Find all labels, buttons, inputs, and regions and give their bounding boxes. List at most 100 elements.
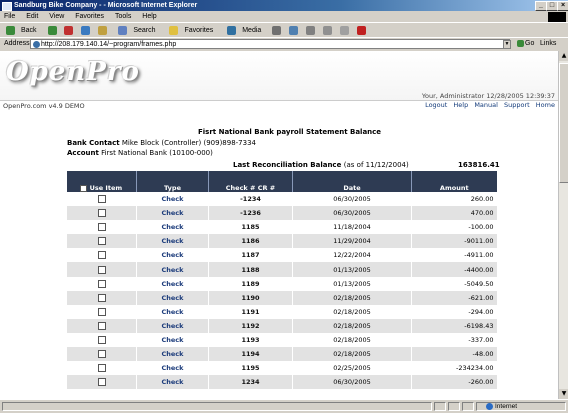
use-item-checkbox[interactable]: [97, 321, 106, 330]
type-cell[interactable]: Check: [136, 375, 209, 390]
forward-arrow-icon[interactable]: [47, 25, 57, 35]
status-seg-1: [434, 402, 446, 411]
statement-title: Fisrt National Bank payroll Statement Ba…: [198, 128, 382, 136]
nav-home[interactable]: Home: [536, 101, 555, 109]
use-item-checkbox[interactable]: [97, 279, 106, 288]
amount-cell: -4400.00: [411, 262, 497, 277]
use-item-checkbox[interactable]: [97, 223, 106, 232]
table-row: Check 1190 02/18/2005 -621.00: [66, 290, 497, 305]
date-cell: 01/13/2005: [292, 276, 412, 291]
nav-help[interactable]: Help: [453, 101, 468, 109]
type-cell[interactable]: Check: [136, 276, 209, 291]
scroll-up-icon[interactable]: ▲: [559, 51, 568, 61]
amount-cell: -5049.50: [411, 276, 497, 291]
type-cell[interactable]: Check: [136, 262, 209, 277]
check-number-cell: 1190: [208, 290, 293, 305]
page-favicon-icon: [33, 41, 40, 48]
account-label: Account: [67, 149, 99, 157]
use-item-checkbox[interactable]: [97, 195, 106, 204]
menu-favorites[interactable]: Favorites: [75, 13, 104, 20]
favorites-star-icon: [169, 25, 179, 35]
use-item-checkbox[interactable]: [97, 307, 106, 316]
print-icon[interactable]: [306, 25, 316, 35]
search-icon: [118, 25, 128, 35]
search-button[interactable]: Search: [115, 25, 158, 35]
table-body: Check -1234 06/30/2005 260.00 Check -1236 06/3…: [66, 192, 497, 390]
window-title: Sandburg Bike Company - - Microsoft Inte…: [14, 2, 198, 9]
use-item-checkbox[interactable]: [97, 293, 106, 302]
select-all-checkbox[interactable]: [80, 184, 88, 192]
check-number-cell: 1195: [208, 361, 293, 376]
type-cell[interactable]: Check: [136, 347, 209, 362]
use-item-checkbox[interactable]: [97, 251, 106, 260]
nav-support[interactable]: Support: [504, 101, 530, 109]
type-cell[interactable]: Check: [136, 304, 209, 319]
check-number-cell: 1194: [208, 347, 293, 362]
status-zone: Internet: [486, 402, 517, 411]
menu-edit[interactable]: Edit: [26, 13, 38, 20]
date-cell: 06/30/2005: [292, 375, 412, 390]
refresh-icon[interactable]: [81, 25, 91, 35]
type-cell[interactable]: Check: [136, 332, 209, 348]
table-row: Check 1193 02/18/2005 -337.00: [66, 332, 497, 348]
menu-file[interactable]: File: [4, 13, 15, 20]
type-cell[interactable]: Check: [136, 192, 209, 207]
amount-cell: -48.00: [411, 347, 497, 362]
table-row: Check 1195 02/25/2005 -234234.00: [66, 361, 497, 376]
menu-tools[interactable]: Tools: [115, 13, 131, 20]
use-item-checkbox[interactable]: [97, 378, 106, 387]
last-reconciliation-label: Last Reconciliation Balance (as of 11/12…: [233, 161, 409, 169]
table-row: Check 1188 01/13/2005 -4400.00: [66, 262, 497, 277]
use-item-checkbox[interactable]: [97, 209, 106, 218]
menu-help[interactable]: Help: [142, 13, 156, 20]
address-dropdown-icon[interactable]: ▼: [503, 40, 511, 49]
check-number-cell: 1189: [208, 276, 293, 291]
history-icon[interactable]: [272, 25, 282, 35]
checks-table: Use Item Type Check # CR # Date Amount C…: [66, 171, 497, 390]
media-button[interactable]: Media: [224, 25, 264, 35]
menu-view[interactable]: View: [49, 13, 64, 20]
mail-icon[interactable]: [289, 25, 299, 35]
vertical-scrollbar[interactable]: ▲ ▼: [558, 51, 568, 399]
nav-logout[interactable]: Logout: [425, 101, 447, 109]
scroll-down-icon[interactable]: ▼: [559, 389, 568, 399]
type-cell[interactable]: Check: [136, 234, 209, 249]
amount-cell: -294.00: [411, 304, 497, 319]
type-cell[interactable]: Check: [136, 220, 209, 235]
nav-manual[interactable]: Manual: [474, 101, 498, 109]
type-cell[interactable]: Check: [136, 361, 209, 376]
check-number-cell: 1191: [208, 304, 293, 319]
status-text-area: [2, 402, 432, 411]
date-cell: 11/29/2004: [292, 234, 412, 249]
use-item-checkbox[interactable]: [97, 335, 106, 344]
address-url: http://208.179.140.14/~program/frames.ph…: [41, 41, 177, 48]
use-item-checkbox[interactable]: [97, 350, 106, 359]
use-item-cell: [66, 290, 137, 305]
close-button[interactable]: ×: [557, 1, 568, 11]
recon-label-text: Last Reconciliation Balance: [233, 161, 342, 169]
status-seg-2: [448, 402, 460, 411]
date-cell: 02/18/2005: [292, 304, 412, 319]
type-cell[interactable]: Check: [136, 290, 209, 305]
stop-icon[interactable]: [64, 25, 74, 35]
use-item-checkbox[interactable]: [97, 265, 106, 274]
favorites-button[interactable]: Favorites: [166, 25, 216, 35]
menu-bar: File Edit View Favorites Tools Help: [0, 11, 568, 22]
type-cell[interactable]: Check: [136, 248, 209, 263]
use-item-checkbox[interactable]: [97, 364, 106, 373]
edit-icon[interactable]: [323, 25, 333, 35]
last-reconciliation-balance: 163816.41: [458, 161, 500, 169]
address-input[interactable]: http://208.179.140.14/~program/frames.ph…: [30, 39, 510, 49]
use-item-checkbox[interactable]: [97, 237, 106, 246]
amount-cell: 470.00: [411, 206, 497, 221]
discuss-icon[interactable]: [340, 25, 350, 35]
scroll-thumb[interactable]: [559, 63, 568, 183]
type-cell[interactable]: Check: [136, 318, 209, 333]
type-cell[interactable]: Check: [136, 206, 209, 221]
use-item-cell: [66, 192, 137, 207]
messenger-icon[interactable]: [357, 25, 367, 35]
go-button[interactable]: Go: [516, 39, 534, 49]
links-button[interactable]: Links: [540, 39, 556, 49]
back-button[interactable]: Back: [3, 25, 40, 35]
home-icon[interactable]: [98, 25, 108, 35]
